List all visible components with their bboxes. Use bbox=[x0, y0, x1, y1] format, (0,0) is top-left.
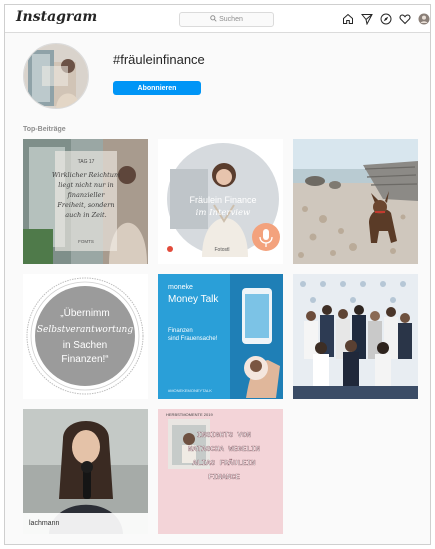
post-woman-microphone[interactable]: lachmann bbox=[23, 409, 148, 534]
top-posts-label: Top-Beiträge bbox=[23, 126, 66, 133]
post-group-photo[interactable] bbox=[293, 274, 418, 399]
home-icon[interactable] bbox=[341, 12, 355, 26]
post-5-sub-1: Finanzen bbox=[168, 328, 193, 334]
nav-icons bbox=[341, 12, 430, 26]
post-5-brand: moneke bbox=[168, 284, 193, 291]
post-8-line-4: FINANCE bbox=[208, 474, 240, 482]
search-placeholder: Suchen bbox=[219, 16, 243, 23]
post-8-line-1: INSIGHTS VON bbox=[197, 432, 251, 440]
post-quote-circle[interactable]: „Übernimm Selbstverantwortung in Sachen … bbox=[23, 274, 148, 399]
instagram-logo[interactable]: Instagram bbox=[16, 9, 97, 25]
search-input[interactable]: Suchen bbox=[179, 12, 274, 27]
post-interview[interactable]: Fräulein Finance im Interview Fotostl bbox=[158, 139, 283, 264]
follow-button[interactable]: Abonnieren bbox=[113, 81, 201, 95]
profile-icon[interactable] bbox=[417, 12, 430, 26]
post-8-line-2: NATASCHA WEGELIN bbox=[188, 446, 260, 454]
post-5-sub-2: sind Frauensache! bbox=[168, 336, 218, 342]
heart-icon[interactable] bbox=[398, 12, 412, 26]
post-money-talk[interactable]: moneke Money Talk Finanzen sind Frauensa… bbox=[158, 274, 283, 399]
post-1-line-2: Wirklicher Reichtum bbox=[52, 171, 120, 179]
post-quote-window[interactable]: TAG 17 Wirklicher Reichtum liegt nicht n… bbox=[23, 139, 148, 264]
post-8-header: HERBSTMOMENTE 2019 bbox=[166, 412, 213, 417]
post-4-line-3: in Sachen bbox=[63, 340, 107, 351]
post-insights[interactable]: HERBSTMOMENTE 2019 INSIGHTS VON NATASCHA… bbox=[158, 409, 283, 534]
search-icon bbox=[210, 15, 217, 24]
post-4-line-1: „Übernimm bbox=[60, 307, 109, 319]
post-2-line-1: Fräulein Finance bbox=[189, 195, 256, 205]
post-4-line-4: Finanzen!“ bbox=[61, 354, 108, 365]
explore-icon[interactable] bbox=[379, 12, 393, 26]
post-1-line-3: liegt nicht nur in bbox=[58, 181, 113, 189]
post-8-line-3: ALIAS FRÄULEIN bbox=[192, 459, 255, 468]
post-7-caption: lachmann bbox=[29, 520, 59, 527]
post-5-footer: #MONEKEMONEYTALK bbox=[168, 388, 212, 393]
post-5-title: Money Talk bbox=[168, 294, 219, 305]
post-1-footer: FOMTS bbox=[78, 239, 94, 244]
post-dog-beach[interactable] bbox=[293, 139, 418, 264]
post-4-line-2: Selbstverantwortung bbox=[37, 325, 133, 335]
post-1-line-1: TAG 17 bbox=[78, 159, 95, 165]
post-1-line-6: auch in Zeit. bbox=[65, 211, 106, 219]
post-1-line-5: Freiheit, sondern bbox=[56, 201, 114, 209]
hashtag-title: #fräuleinfinance bbox=[113, 52, 205, 67]
instagram-window: Instagram Suchen #fräuleinfinance Abonni… bbox=[4, 4, 431, 545]
post-2-footer: Fotostl bbox=[214, 247, 229, 253]
direct-icon[interactable] bbox=[360, 12, 374, 26]
post-1-line-4: finanzieller bbox=[66, 191, 105, 199]
post-2-line-2: im Interview bbox=[196, 208, 251, 218]
top-navigation-bar: Instagram Suchen bbox=[5, 5, 430, 33]
hashtag-avatar bbox=[23, 43, 89, 109]
